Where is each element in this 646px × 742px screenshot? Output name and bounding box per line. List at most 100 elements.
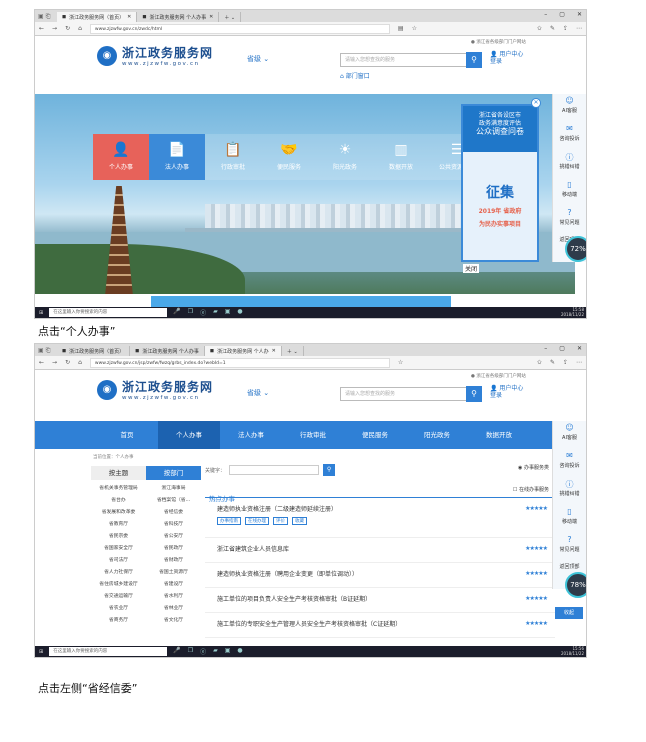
- department-item[interactable]: 省经信委: [146, 508, 201, 515]
- dept-portal-link[interactable]: ● 浙江省各级部门门户网站: [471, 373, 526, 379]
- department-item[interactable]: 省财政厅: [146, 556, 201, 563]
- taskbar-apps[interactable]: 🎤 ❐ ⓔ ▰ ▣ ●: [173, 647, 242, 656]
- category-legal[interactable]: 📄 法人办事: [149, 134, 205, 180]
- collapse-button[interactable]: 收起: [555, 607, 583, 619]
- search-button[interactable]: ⚲: [466, 386, 482, 402]
- taskbar-clock[interactable]: 15:56 2018/11/22: [561, 646, 584, 656]
- rate-button[interactable]: 评价: [273, 517, 288, 525]
- department-item[interactable]: 省人力社保厅: [91, 568, 146, 575]
- new-tab-button[interactable]: ＋ ⌄: [282, 346, 304, 356]
- list-item[interactable]: 建造师执业资格注册（聘用企业变更（即单位调动）） ★★★★★: [205, 563, 555, 588]
- dept-window-link[interactable]: ⌂ 部门窗口: [340, 71, 370, 80]
- user-center-link[interactable]: 👤 用户中心 登录: [490, 51, 523, 65]
- sidebar-item-faq[interactable]: ? 常见问题: [553, 206, 586, 234]
- list-item[interactable]: 浙江省建筑企业人员信息库 ★★★★★: [205, 538, 555, 563]
- department-item[interactable]: 省教育厅: [91, 520, 146, 527]
- department-item[interactable]: 省科技厅: [146, 520, 201, 527]
- back-icon[interactable]: ←: [39, 25, 44, 32]
- favorite-button[interactable]: 收藏: [292, 517, 307, 525]
- guide-button[interactable]: 办事指南: [217, 517, 241, 525]
- browser-tab[interactable]: ◼ 浙江政务服务网 个人办事 ✕: [137, 12, 220, 22]
- department-item[interactable]: 省建设厅: [146, 580, 201, 587]
- windows-start-icon[interactable]: ⊞: [39, 649, 43, 655]
- window-controls[interactable]: – ▢ ✕: [544, 345, 582, 352]
- more-icon[interactable]: ⋯: [576, 359, 582, 366]
- sidebar-item-ai[interactable]: ☺ AI客服: [553, 421, 586, 449]
- sidebar-item-consult[interactable]: ✉ 咨询投诉: [553, 449, 586, 477]
- more-icon[interactable]: ⋯: [576, 25, 582, 32]
- province-selector[interactable]: 省级 ⌄: [247, 388, 269, 398]
- department-item[interactable]: 省水利厅: [146, 592, 201, 599]
- department-item[interactable]: 省国土资源厅: [146, 568, 201, 575]
- home-icon[interactable]: ⌂: [78, 359, 82, 366]
- keyword-input[interactable]: [229, 465, 320, 475]
- search-button[interactable]: ⚲: [466, 52, 482, 68]
- category-personal[interactable]: 👤 个人办事: [93, 134, 149, 180]
- department-item[interactable]: 省住房城乡建设厅: [91, 580, 146, 587]
- new-tab-button[interactable]: ＋ ⌄: [219, 12, 242, 22]
- taskbar-apps[interactable]: 🎤 ❐ ⓔ ▰ ▣ ●: [173, 308, 242, 317]
- refresh-icon[interactable]: ↻: [65, 25, 70, 32]
- browser-tab[interactable]: ◼ 浙江政务服务网 个人办事: [130, 346, 205, 356]
- department-item[interactable]: 省发展和改革委: [91, 508, 146, 515]
- user-center-link[interactable]: 👤 用户中心 登录: [490, 385, 523, 399]
- tab-by-theme[interactable]: 按主题: [91, 466, 146, 480]
- browser-tab[interactable]: ◼ 浙江政务服务网（首页） ✕: [57, 12, 138, 22]
- keyword-search-button[interactable]: ⚲: [323, 464, 336, 476]
- nav-sunshine[interactable]: 阳光政务: [406, 421, 468, 449]
- nav-convenience[interactable]: 便民服务: [344, 421, 406, 449]
- back-icon[interactable]: ←: [39, 359, 44, 366]
- tab-controls[interactable]: ▣ ⎗: [35, 12, 57, 22]
- department-item[interactable]: 省农业厅: [91, 604, 146, 611]
- sidebar-item-mobile[interactable]: ▯ 移动端: [553, 505, 586, 533]
- department-item[interactable]: 省民政厅: [146, 544, 201, 551]
- department-item[interactable]: 浙江海事局: [146, 484, 201, 491]
- nav-personal[interactable]: 个人办事: [158, 421, 220, 449]
- reading-mode-icon[interactable]: ▤: [398, 25, 404, 32]
- category-open-data[interactable]: ▥ 数据开放: [373, 134, 429, 180]
- site-logo[interactable]: ◉ 浙江政务服务网 www.zjzwfw.gov.cn: [97, 44, 213, 67]
- department-item[interactable]: 省机关事务管理局: [91, 484, 146, 491]
- sidebar-item-error[interactable]: ⓘ 挑错纠错: [553, 150, 586, 178]
- browser-tab[interactable]: ◼ 浙江政务服务网 个人办 ✕: [204, 346, 282, 356]
- nav-approval[interactable]: 行政审批: [282, 421, 344, 449]
- department-item[interactable]: 省司法厅: [91, 556, 146, 563]
- online-apply-button[interactable]: 在线办理: [245, 517, 269, 525]
- service-type-radio[interactable]: ◉ 办事服务类: [518, 464, 549, 471]
- favorites-icon[interactable]: ✩: [537, 25, 542, 32]
- online-checkbox[interactable]: ☐ 在线办事服务: [513, 486, 549, 493]
- department-item[interactable]: 省公安厅: [146, 532, 201, 539]
- tab-by-department[interactable]: 按部门: [146, 466, 201, 480]
- department-item[interactable]: 省台办: [91, 496, 146, 503]
- star-icon[interactable]: ☆: [398, 359, 403, 366]
- search-input[interactable]: 请输入您想查找的服务: [340, 387, 468, 401]
- category-sunshine[interactable]: ☀ 阳光政务: [317, 134, 373, 180]
- refresh-icon[interactable]: ↻: [65, 359, 70, 366]
- department-item[interactable]: 省国家安全厅: [91, 544, 146, 551]
- department-item[interactable]: 省林业厅: [146, 604, 201, 611]
- taskbar-clock[interactable]: 15:58 2018/11/22: [561, 307, 584, 317]
- pen-icon[interactable]: ✎: [550, 25, 555, 32]
- browser-tab[interactable]: ◼ 浙江政务服务网（首页）: [57, 346, 131, 356]
- department-item[interactable]: 省档案馆（省...: [146, 496, 201, 503]
- sidebar-item-mobile[interactable]: ▯ 移动端: [553, 178, 586, 206]
- list-item[interactable]: 施工单位的专职安全生产管理人员安全生产考核资格审批（C证延期） ★★★★★: [205, 613, 555, 638]
- nav-home[interactable]: 首页: [96, 421, 158, 449]
- nav-legal[interactable]: 法人办事: [220, 421, 282, 449]
- department-item[interactable]: 省文化厅: [146, 616, 201, 623]
- province-selector[interactable]: 省级 ⌄: [247, 54, 269, 64]
- department-item[interactable]: 省民宗委: [91, 532, 146, 539]
- list-item[interactable]: 施工单位的项目负责人安全生产考核资格审批（B证延期） ★★★★★: [205, 588, 555, 613]
- search-input[interactable]: 请输入您想查找的服务: [340, 53, 468, 67]
- taskbar-search-input[interactable]: 在这里输入你要搜索的内容: [49, 647, 168, 656]
- favorites-icon[interactable]: ✩: [537, 359, 542, 366]
- sidebar-item-faq[interactable]: ? 常见问题: [553, 533, 586, 561]
- sidebar-item-ai[interactable]: ☺ AI客服: [553, 94, 586, 122]
- department-item[interactable]: 省商务厅: [91, 616, 146, 623]
- star-icon[interactable]: ☆: [412, 25, 417, 32]
- dept-portal-link[interactable]: ● 浙江省各级部门门户网站: [471, 39, 526, 45]
- url-input[interactable]: www.zjzwfw.gov.cn/jsp/zwfw/fwzq/grbs_ind…: [89, 357, 390, 368]
- share-icon[interactable]: ⇪: [563, 359, 568, 366]
- home-icon[interactable]: ⌂: [78, 25, 82, 32]
- forward-icon[interactable]: →: [52, 359, 57, 366]
